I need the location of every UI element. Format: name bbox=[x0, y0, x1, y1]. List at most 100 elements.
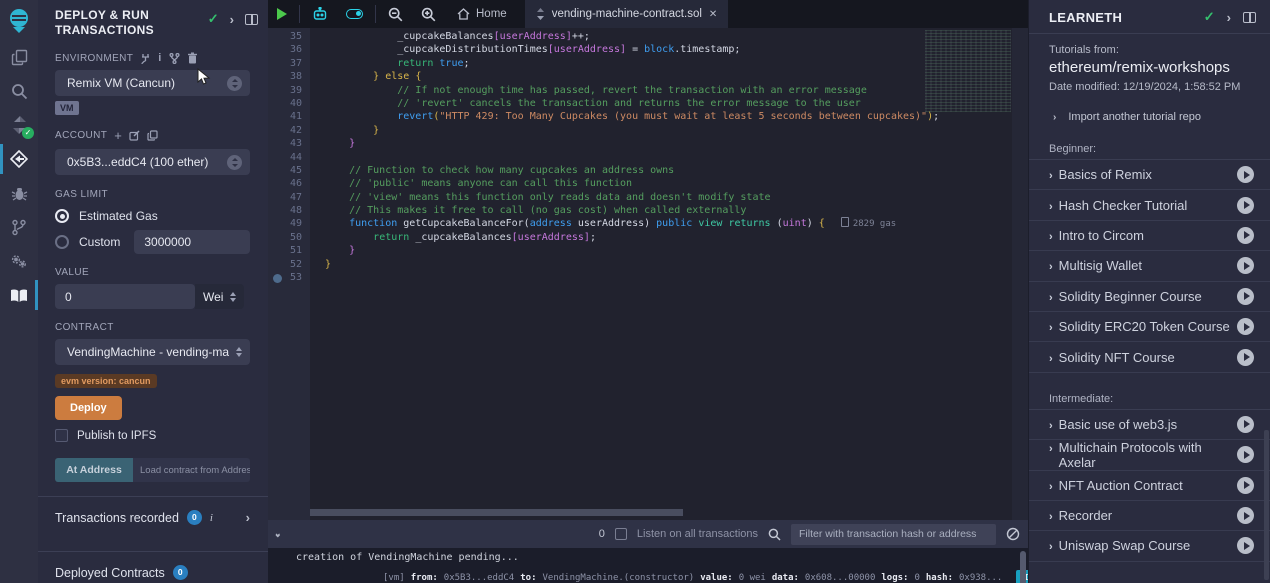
line-number[interactable]: 43 bbox=[268, 137, 302, 150]
split-panel-icon[interactable] bbox=[245, 14, 258, 25]
line-number[interactable]: 40 bbox=[268, 97, 302, 110]
git-icon[interactable] bbox=[0, 210, 38, 244]
ai-copilot-robot-icon[interactable] bbox=[303, 0, 337, 28]
chevron-right-icon[interactable]: › bbox=[246, 510, 250, 525]
collapse-terminal-icon[interactable]: ⌄⌄ bbox=[274, 531, 282, 537]
code-line[interactable]: 38 } else { bbox=[268, 70, 1028, 83]
play-tutorial-icon[interactable] bbox=[1237, 416, 1254, 433]
plug-icon[interactable] bbox=[140, 53, 151, 64]
tutorial-item[interactable]: ›Multisig Wallet bbox=[1029, 251, 1270, 281]
split-panel-icon[interactable] bbox=[1243, 12, 1256, 23]
learneth-book-icon[interactable] bbox=[0, 278, 38, 312]
tab-file-active[interactable]: vending-machine-contract.sol ✕ bbox=[525, 0, 729, 28]
code-line[interactable]: 52} bbox=[268, 258, 1028, 271]
environment-select[interactable]: Remix VM (Cancun) bbox=[55, 70, 250, 96]
estimated-gas-radio[interactable] bbox=[55, 209, 69, 223]
listen-all-checkbox[interactable] bbox=[615, 528, 627, 540]
tutorial-item[interactable]: ›Intro to Circom bbox=[1029, 221, 1270, 251]
code-line[interactable]: 48 // This makes it free to call (no gas… bbox=[268, 204, 1028, 217]
value-input[interactable]: 0 bbox=[55, 284, 195, 309]
learneth-scrollbar[interactable] bbox=[1264, 430, 1269, 580]
play-tutorial-icon[interactable] bbox=[1237, 227, 1254, 244]
line-number[interactable]: 38 bbox=[268, 70, 302, 83]
play-tutorial-icon[interactable] bbox=[1237, 318, 1254, 335]
fork-icon[interactable] bbox=[169, 53, 180, 64]
terminal-scrollbar[interactable] bbox=[1020, 551, 1026, 583]
tutorial-item[interactable]: ›Hash Checker Tutorial bbox=[1029, 190, 1270, 220]
import-tutorial-repo[interactable]: › Import another tutorial repo bbox=[1029, 93, 1270, 123]
tutorial-item[interactable]: ›Solidity NFT Course bbox=[1029, 342, 1270, 372]
play-tutorial-icon[interactable] bbox=[1237, 257, 1254, 274]
line-number[interactable]: 44 bbox=[268, 151, 302, 164]
plus-icon[interactable]: + bbox=[114, 128, 122, 143]
code-line[interactable]: 40 // 'revert' cancels the transaction a… bbox=[268, 97, 1028, 110]
close-tab-icon[interactable]: ✕ bbox=[709, 9, 717, 20]
editor-scrollbar-track[interactable] bbox=[1012, 28, 1028, 520]
custom-gas-radio[interactable] bbox=[55, 235, 69, 249]
code-line[interactable]: 41 revert("HTTP 429: Too Many Cupcakes (… bbox=[268, 110, 1028, 123]
search-icon[interactable] bbox=[0, 74, 38, 108]
publish-ipfs-checkbox[interactable] bbox=[55, 429, 68, 442]
copilot-toggle[interactable] bbox=[337, 0, 372, 28]
line-number[interactable]: 39 bbox=[268, 84, 302, 97]
contract-select[interactable]: VendingMachine - vending-machin bbox=[55, 339, 250, 365]
code-line[interactable]: 35 _cupcakeBalances[userAddress]++; bbox=[268, 30, 1028, 43]
code-line[interactable]: 37 return true; bbox=[268, 57, 1028, 70]
line-number[interactable]: 36 bbox=[268, 43, 302, 56]
code-line[interactable]: 46 // 'public' means anyone can call thi… bbox=[268, 177, 1028, 190]
code-line[interactable]: 53 bbox=[268, 271, 1028, 284]
minimap[interactable] bbox=[925, 30, 1011, 112]
code-line[interactable]: 43 } bbox=[268, 137, 1028, 150]
line-number[interactable]: 50 bbox=[268, 231, 302, 244]
line-number[interactable]: 37 bbox=[268, 57, 302, 70]
code-line[interactable]: 50 return _cupcakeBalances[userAddress]; bbox=[268, 231, 1028, 244]
tutorial-item[interactable]: ›Basic use of web3.js bbox=[1029, 410, 1270, 440]
tutorial-item[interactable]: ›NFT Auction Contract bbox=[1029, 471, 1270, 501]
edit-icon[interactable] bbox=[129, 130, 140, 141]
play-tutorial-icon[interactable] bbox=[1237, 446, 1254, 463]
chevron-right-icon[interactable]: › bbox=[230, 12, 234, 27]
solidity-compiler-icon[interactable]: ✓ bbox=[0, 108, 38, 142]
tutorial-item[interactable]: ›Recorder bbox=[1029, 501, 1270, 531]
code-line[interactable]: 51 } bbox=[268, 244, 1028, 257]
line-number[interactable]: 35 bbox=[268, 30, 302, 43]
line-number[interactable]: 47 bbox=[268, 191, 302, 204]
run-script-button[interactable] bbox=[268, 0, 296, 28]
at-address-button[interactable]: At Address bbox=[55, 458, 133, 482]
play-tutorial-icon[interactable] bbox=[1237, 537, 1254, 554]
tutorial-item[interactable]: ›Multichain Protocols with Axelar bbox=[1029, 440, 1270, 470]
file-explorer-icon[interactable] bbox=[0, 40, 38, 74]
code-line[interactable]: 45 // Function to check how many cupcake… bbox=[268, 164, 1028, 177]
line-number[interactable]: 45 bbox=[268, 164, 302, 177]
tutorial-item[interactable]: ›Basics of Remix bbox=[1029, 160, 1270, 190]
line-number[interactable]: 51 bbox=[268, 244, 302, 257]
play-tutorial-icon[interactable] bbox=[1237, 507, 1254, 524]
play-tutorial-icon[interactable] bbox=[1237, 477, 1254, 494]
code-line[interactable]: 47 // 'view' means this function only re… bbox=[268, 191, 1028, 204]
tutorial-item[interactable]: ›Solidity Beginner Course bbox=[1029, 282, 1270, 312]
settings-icon[interactable] bbox=[0, 244, 38, 278]
tutorial-item[interactable]: ›Uniswap Swap Course bbox=[1029, 531, 1270, 561]
value-unit-select[interactable]: Wei bbox=[195, 284, 244, 309]
custom-gas-input[interactable]: 3000000 bbox=[134, 230, 250, 254]
transaction-log-row[interactable]: [vm]from:0x5B3...eddC4to:VendingMachine.… bbox=[383, 570, 1028, 583]
play-tutorial-icon[interactable] bbox=[1237, 288, 1254, 305]
terminal-log[interactable]: creation of VendingMachine pending... [v… bbox=[268, 548, 1028, 583]
clear-console-icon[interactable] bbox=[1006, 527, 1020, 541]
account-select[interactable]: 0x5B3...eddC4 (100 ether) bbox=[55, 149, 250, 175]
deployed-contracts-section[interactable]: Deployed Contracts 0 bbox=[38, 551, 268, 583]
play-tutorial-icon[interactable] bbox=[1237, 349, 1254, 366]
code-line[interactable]: 42 } bbox=[268, 124, 1028, 137]
play-tutorial-icon[interactable] bbox=[1237, 197, 1254, 214]
zoom-in-button[interactable] bbox=[412, 0, 445, 28]
remix-logo[interactable] bbox=[0, 0, 38, 40]
terminal-filter-input[interactable]: Filter with transaction hash or address bbox=[791, 524, 996, 545]
tutorial-item[interactable]: ›Solidity ERC20 Token Course bbox=[1029, 312, 1270, 342]
zoom-out-button[interactable] bbox=[379, 0, 412, 28]
tab-home[interactable]: Home bbox=[445, 0, 519, 28]
copy-icon[interactable] bbox=[147, 130, 158, 141]
chevron-right-icon[interactable]: › bbox=[1227, 10, 1231, 25]
line-number[interactable]: 46 bbox=[268, 177, 302, 190]
code-line[interactable]: 39 // If not enough time has passed, rev… bbox=[268, 84, 1028, 97]
code-editor[interactable]: 35 _cupcakeBalances[userAddress]++;36 _c… bbox=[268, 28, 1028, 520]
